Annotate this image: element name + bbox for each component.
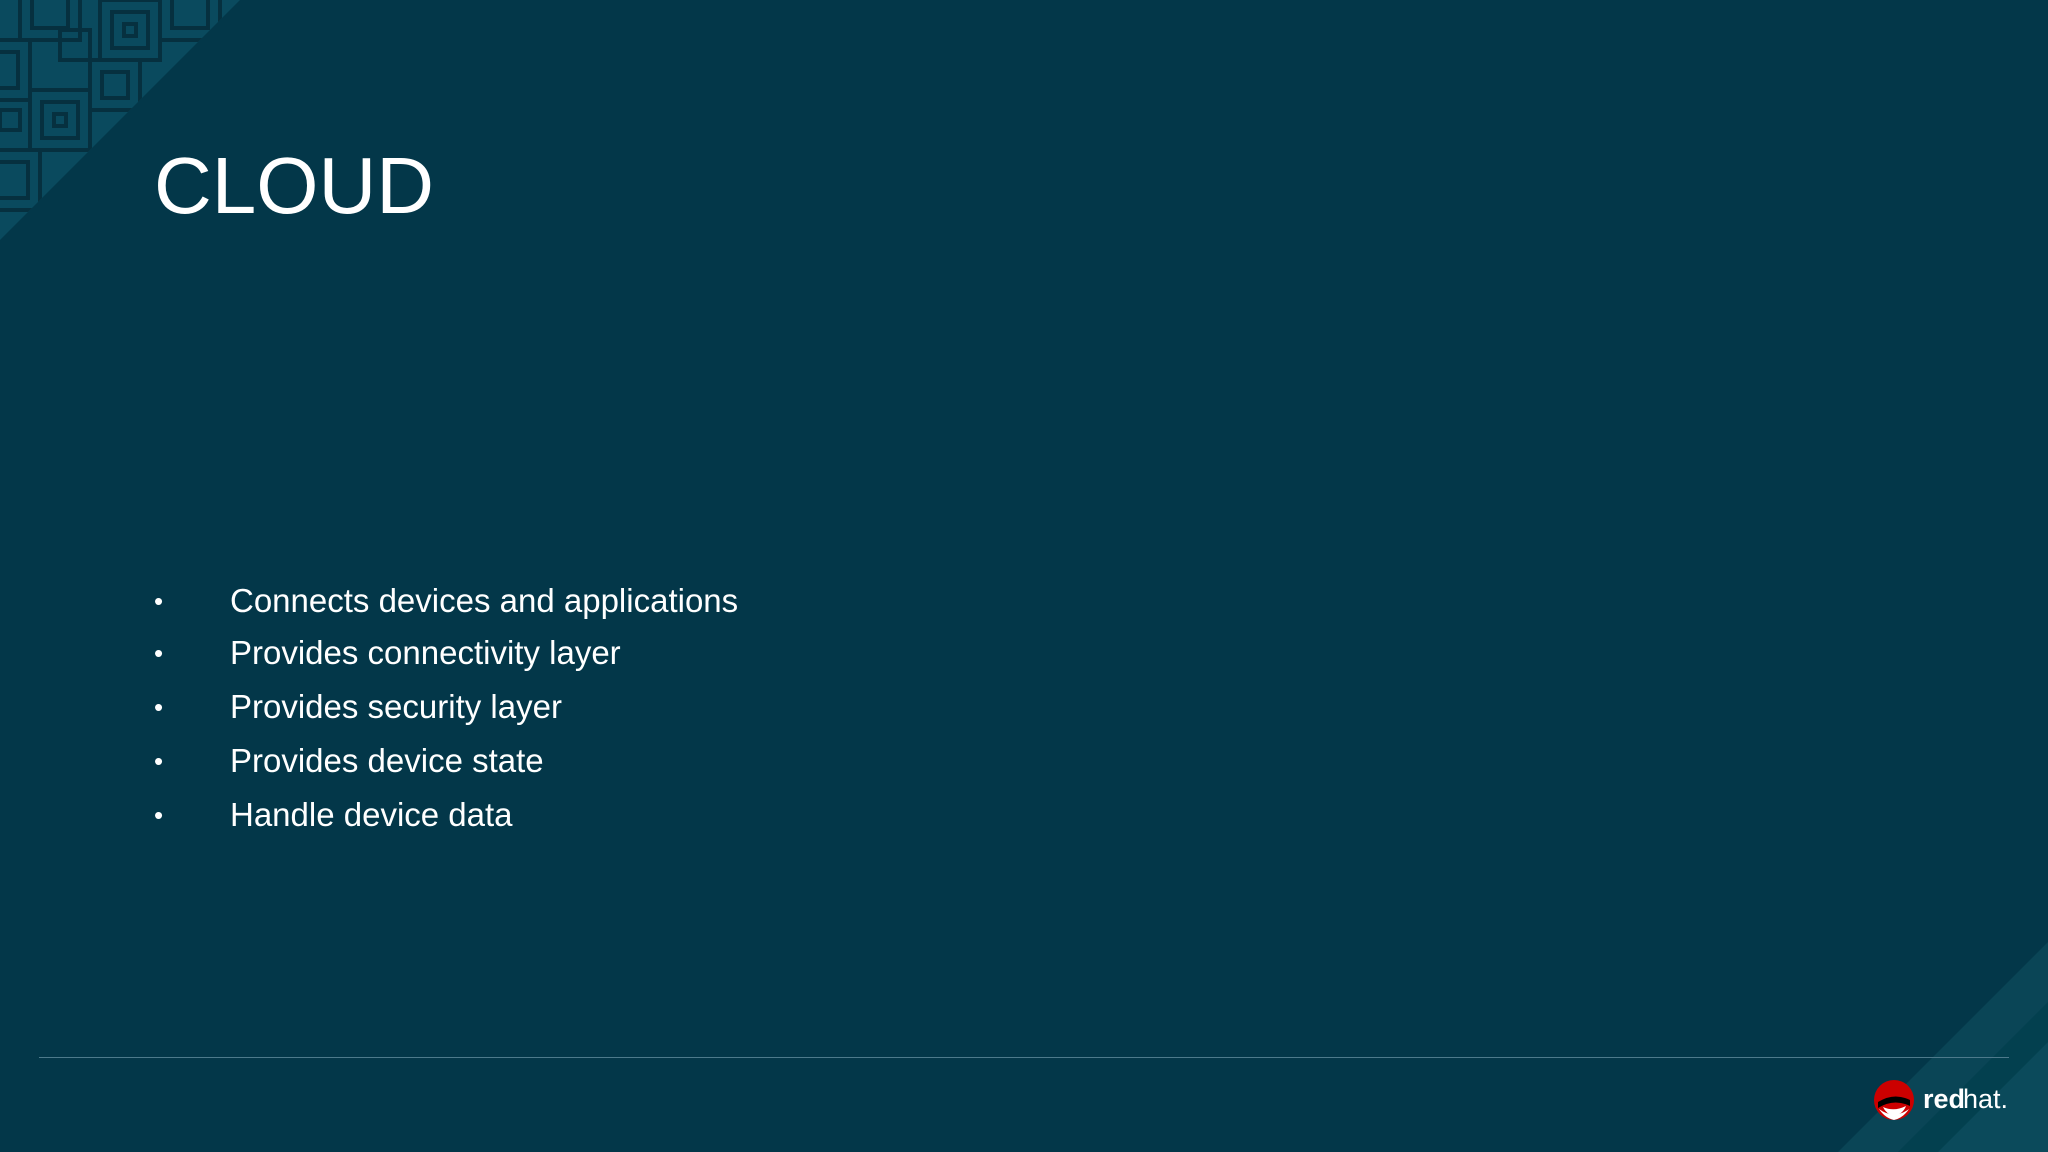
bullet-text: Provides security layer [230, 688, 562, 725]
slide-title: CLOUD [154, 141, 435, 230]
list-item: • Provides device state [154, 734, 738, 788]
bullet-text: Provides connectivity layer [230, 634, 621, 671]
bullet-text: Handle device data [230, 796, 513, 833]
list-item: • Connects devices and applications [154, 575, 738, 626]
bullet-text: Connects devices and applications [230, 581, 739, 619]
bullet-marker: • [154, 746, 164, 776]
red-hat-shadowman-icon: red hat. [1874, 1080, 2008, 1120]
list-item: • Provides connectivity layer [154, 626, 738, 680]
footer-divider [39, 1057, 2009, 1058]
bullet-marker: • [154, 585, 164, 616]
bullet-marker: • [154, 692, 164, 722]
logo-text-red: red [1923, 1084, 1965, 1114]
logo-text-hat: hat. [1963, 1084, 2008, 1114]
list-item: • Provides security layer [154, 680, 738, 734]
red-hat-logo: red hat. [1873, 1076, 2013, 1122]
bullet-marker: • [154, 800, 164, 830]
bullet-list: • Connects devices and applications • Pr… [154, 575, 738, 842]
slide: CLOUD • Connects devices and application… [0, 0, 2048, 1152]
bullet-marker: • [154, 638, 164, 668]
bullet-text: Provides device state [230, 742, 544, 779]
list-item: • Handle device data [154, 788, 738, 842]
